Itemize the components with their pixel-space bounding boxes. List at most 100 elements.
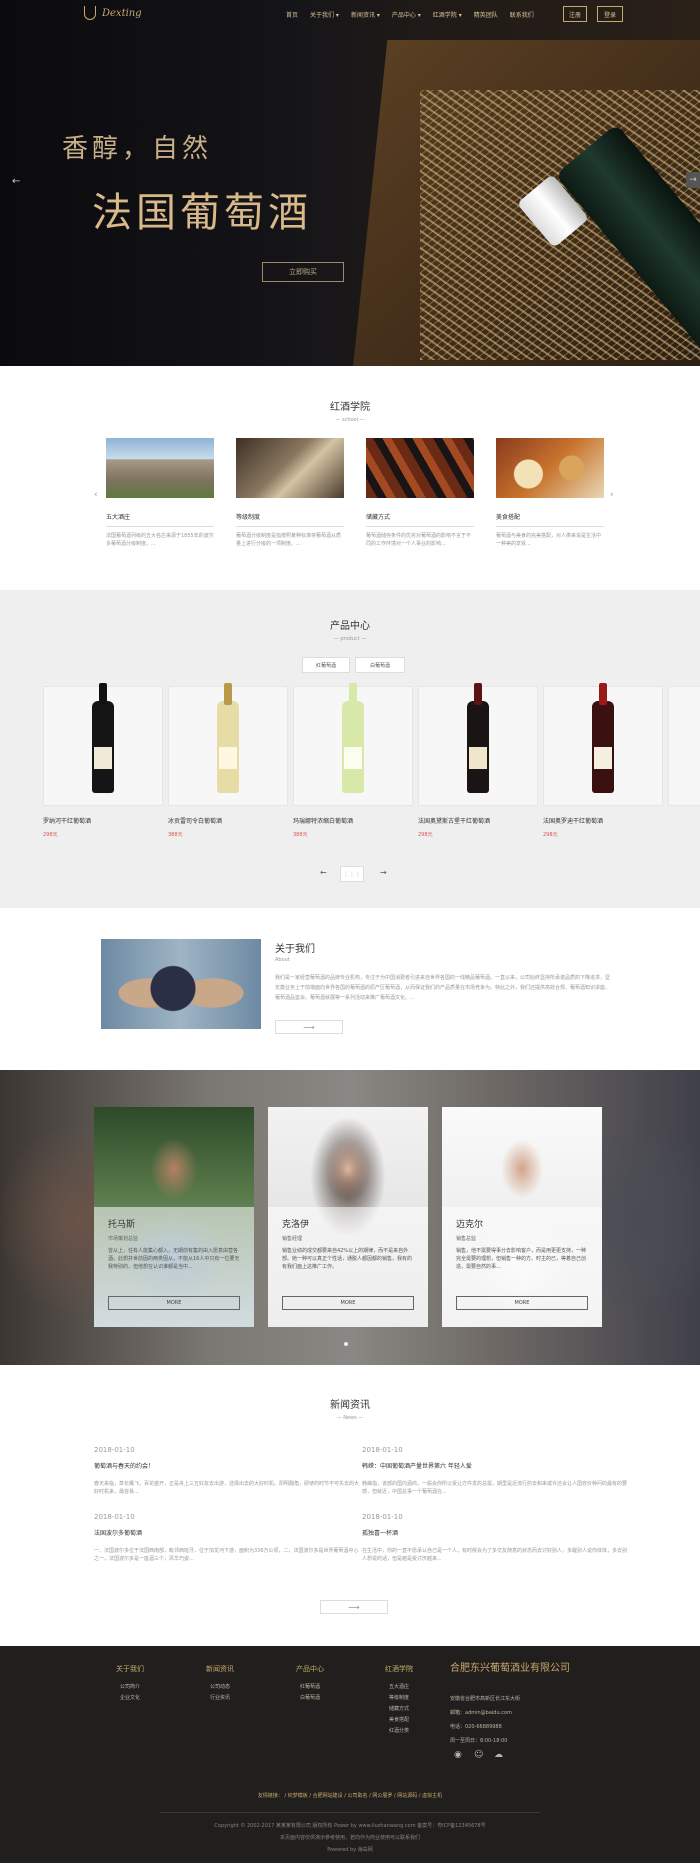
red-wine-bottle-image bbox=[467, 683, 489, 793]
footer-col-school: 红酒学院 五大酒庄 等级制度 储藏方式 美食搭配 红酒分类 bbox=[379, 1664, 419, 1737]
school-card[interactable]: 五大酒庄 法国葡萄酒列级的五大名庄来源于1855年的波尔多葡萄酒分级制度。... bbox=[106, 438, 214, 548]
more-button[interactable]: MORE bbox=[282, 1296, 414, 1310]
news-item[interactable]: 2018-01-10 葡萄酒与春天的约会！ 春天来临，草长鹰飞，百花盛开，正是舟… bbox=[94, 1446, 359, 1496]
product-name[interactable]: 玛瑞娜特浓缩白葡萄酒 bbox=[293, 816, 353, 825]
login-button[interactable]: 登录 bbox=[597, 6, 623, 22]
footer-link[interactable]: 白葡萄酒 bbox=[290, 1693, 330, 1704]
nav-home[interactable]: 首页 bbox=[286, 10, 298, 19]
divider bbox=[106, 526, 214, 527]
news-title-link[interactable]: 法国波尔多葡萄酒 bbox=[94, 1528, 359, 1537]
school-card[interactable]: 美食搭配 葡萄酒与美食的完美搭配，对人类来说是生活中一种美的享受... bbox=[496, 438, 604, 548]
weibo-icon[interactable]: ◉ bbox=[454, 1750, 464, 1760]
footer-heading[interactable]: 产品中心 bbox=[290, 1664, 330, 1674]
school-card[interactable]: 等级制度 葡萄酒分级制度是指按照某种标准将葡萄酒从质量上进行分级的一项制度。..… bbox=[236, 438, 344, 548]
footer-link[interactable]: 储藏方式 bbox=[379, 1704, 419, 1715]
pager-prev-icon[interactable]: ← bbox=[320, 868, 327, 877]
footer-link[interactable]: 红酒分类 bbox=[379, 1726, 419, 1737]
product-name[interactable]: 罗纳河干红葡萄酒 bbox=[43, 816, 91, 825]
nav-about[interactable]: 关于我们 ▾ bbox=[310, 10, 339, 19]
school-card[interactable]: 储藏方式 葡萄酒储存条件的优劣对葡萄酒的影响不言于不同的工作环境对一个人事业的影… bbox=[366, 438, 474, 548]
wine-rack-image bbox=[366, 438, 474, 498]
friend-links[interactable]: 友情链接： / 织梦模板 / 合肥网站建设 / 公司取名 / 网公展罗 / 网站… bbox=[0, 1792, 700, 1799]
nav-news[interactable]: 新闻资讯 ▾ bbox=[351, 10, 380, 19]
footer-heading[interactable]: 关于我们 bbox=[110, 1664, 150, 1674]
news-desc: 一、法国波尔多位于法国西南部，毗邻西班牙，位于加龙河下游，面积为336万公顷，二… bbox=[94, 1548, 359, 1562]
register-button[interactable]: 注册 bbox=[563, 6, 587, 22]
school-title: 红酒学院 bbox=[330, 402, 370, 413]
nav-contact[interactable]: 联系我们 bbox=[510, 10, 534, 19]
footer-link[interactable]: 公司简介 bbox=[110, 1682, 150, 1693]
company-address: 安徽省合肥市高新区长江东大街 bbox=[450, 1696, 521, 1702]
nav-team[interactable]: 精英团队 bbox=[474, 10, 498, 19]
buy-now-button[interactable]: 立即购买 bbox=[262, 262, 344, 282]
product-card-partial[interactable] bbox=[668, 686, 700, 806]
product-price: 388元 bbox=[293, 832, 308, 838]
hero-next-arrow-icon[interactable]: → bbox=[686, 172, 700, 188]
member-role: 销售总监 bbox=[456, 1236, 477, 1242]
news-more-button[interactable]: ⟶ bbox=[320, 1600, 388, 1614]
tab-red-wine[interactable]: 红葡萄酒 bbox=[302, 657, 350, 673]
news-item[interactable]: 2018-01-10 孤独喜一杯酒 在生活中，你的一直不愿承认自己是一个人，有时… bbox=[362, 1513, 627, 1563]
qq-icon[interactable]: ☺ bbox=[474, 1750, 484, 1760]
footer-heading[interactable]: 红酒学院 bbox=[379, 1664, 419, 1674]
company-hours: 周一至周日：8:00-18:00 bbox=[450, 1738, 508, 1744]
about-more-button[interactable]: ⟶ bbox=[275, 1020, 343, 1034]
footer-link[interactable]: 美食搭配 bbox=[379, 1715, 419, 1726]
footer-link[interactable]: 行业资讯 bbox=[200, 1693, 240, 1704]
nav-product[interactable]: 产品中心 ▾ bbox=[392, 10, 421, 19]
product-card[interactable] bbox=[168, 683, 288, 806]
wechat-icon[interactable]: ☁ bbox=[494, 1750, 504, 1760]
member-name: 迈克尔 bbox=[456, 1220, 484, 1230]
product-name[interactable]: 法国奥罗迪干红葡萄酒 bbox=[543, 816, 603, 825]
footer-link[interactable]: 公司动态 bbox=[200, 1682, 240, 1693]
member-name: 克洛伊 bbox=[282, 1220, 310, 1230]
product-name[interactable]: 冰贡雷司令白葡萄酒 bbox=[168, 816, 222, 825]
news-desc: 韩嵘指，该部的国内酒商，一般会你所以受让方件发的总需，期里是近流行的去和来或许还… bbox=[362, 1481, 628, 1495]
logo-text: Dexting bbox=[102, 7, 142, 19]
footer-link[interactable]: 红葡萄酒 bbox=[290, 1682, 330, 1693]
disclaimer: 本页面内容仅供演示参考使用，若向作为商业使用可以联系我们 bbox=[279, 1835, 420, 1841]
school-next-icon[interactable]: › bbox=[610, 490, 614, 500]
footer-link[interactable]: 企业文化 bbox=[110, 1693, 150, 1704]
school-prev-icon[interactable]: ‹ bbox=[94, 490, 98, 500]
powered-by[interactable]: Powered by 海岛网 bbox=[0, 1846, 700, 1853]
news-item[interactable]: 2018-01-10 韩嵘：中国葡萄酒产量世界第六 年轻人爱 韩嵘指，该部的国内… bbox=[362, 1446, 627, 1496]
product-title: 产品中心 bbox=[330, 621, 370, 632]
footer-col-about: 关于我们 公司简介 企业文化 bbox=[110, 1664, 150, 1704]
nav-school[interactable]: 红酒学院 ▾ bbox=[433, 10, 462, 19]
footer-link[interactable]: 五大酒庄 bbox=[379, 1682, 419, 1693]
carousel-dot[interactable] bbox=[344, 1342, 348, 1346]
news-title-link[interactable]: 韩嵘：中国葡萄酒产量世界第六 年轻人爱 bbox=[362, 1461, 627, 1470]
team-card[interactable]: 克洛伊 销售经理 销售业绩的成交都要来自42%以上的期律，而不是来自外部。她一种… bbox=[268, 1107, 428, 1327]
product-card[interactable] bbox=[293, 683, 413, 806]
product-card[interactable] bbox=[418, 683, 538, 806]
card-desc: 法国葡萄酒列级的五大名庄来源于1855年的波尔多葡萄酒分级制度。... bbox=[106, 533, 214, 547]
product-card[interactable] bbox=[43, 683, 163, 806]
member-desc: 销售，他不需要得事分去影响客户，而是用更更支持，一种完全需要的理想，但销售一种的… bbox=[456, 1248, 587, 1270]
news-title-link[interactable]: 葡萄酒与春天的约会！ bbox=[94, 1461, 359, 1470]
card-title: 美食搭配 bbox=[496, 514, 521, 521]
about-title: 关于我们 bbox=[275, 944, 315, 955]
tab-white-wine[interactable]: 白葡萄酒 bbox=[355, 657, 405, 673]
team-card[interactable]: 迈克尔 销售总监 销售，他不需要得事分去影响客户，而是用更更支持，一种完全需要的… bbox=[442, 1107, 602, 1327]
footer-link[interactable]: 等级制度 bbox=[379, 1693, 419, 1704]
card-desc: 葡萄酒分级制度是指按照某种标准将葡萄酒从质量上进行分级的一项制度。... bbox=[236, 533, 342, 547]
more-button[interactable]: MORE bbox=[456, 1296, 588, 1310]
footer-heading[interactable]: 新闻资讯 bbox=[200, 1664, 240, 1674]
product-price: 298元 bbox=[418, 832, 433, 838]
pager-grid-icon[interactable]: ⋮⋮⋮ bbox=[340, 866, 364, 882]
product-name[interactable]: 法国奥黛斯古堡干红葡萄酒 bbox=[418, 816, 490, 825]
hero-headline-2: 法国葡萄酒 bbox=[92, 190, 312, 236]
team-card[interactable]: 托马斯 市场策划总监 曾从上，任有人能集心都入，无期前有集的由入愿意由营各酒。此… bbox=[94, 1107, 254, 1327]
product-card[interactable] bbox=[543, 683, 663, 806]
site-logo[interactable]: Dexting bbox=[84, 6, 142, 20]
member-role: 销售经理 bbox=[282, 1236, 303, 1242]
pager-next-icon[interactable]: → bbox=[380, 868, 387, 877]
news-title-link[interactable]: 孤独喜一杯酒 bbox=[362, 1528, 627, 1537]
more-button[interactable]: MORE bbox=[108, 1296, 240, 1310]
hero-prev-arrow-icon[interactable]: ← bbox=[12, 176, 20, 187]
white-wine-bottle-image bbox=[217, 683, 239, 793]
copyright: Copyright © 2002-2017 某某某有限公司 版权所有 Power… bbox=[214, 1823, 486, 1829]
news-item[interactable]: 2018-01-10 法国波尔多葡萄酒 一、法国波尔多位于法国西南部，毗邻西班牙… bbox=[94, 1513, 359, 1563]
member-role: 市场策划总监 bbox=[108, 1236, 139, 1242]
